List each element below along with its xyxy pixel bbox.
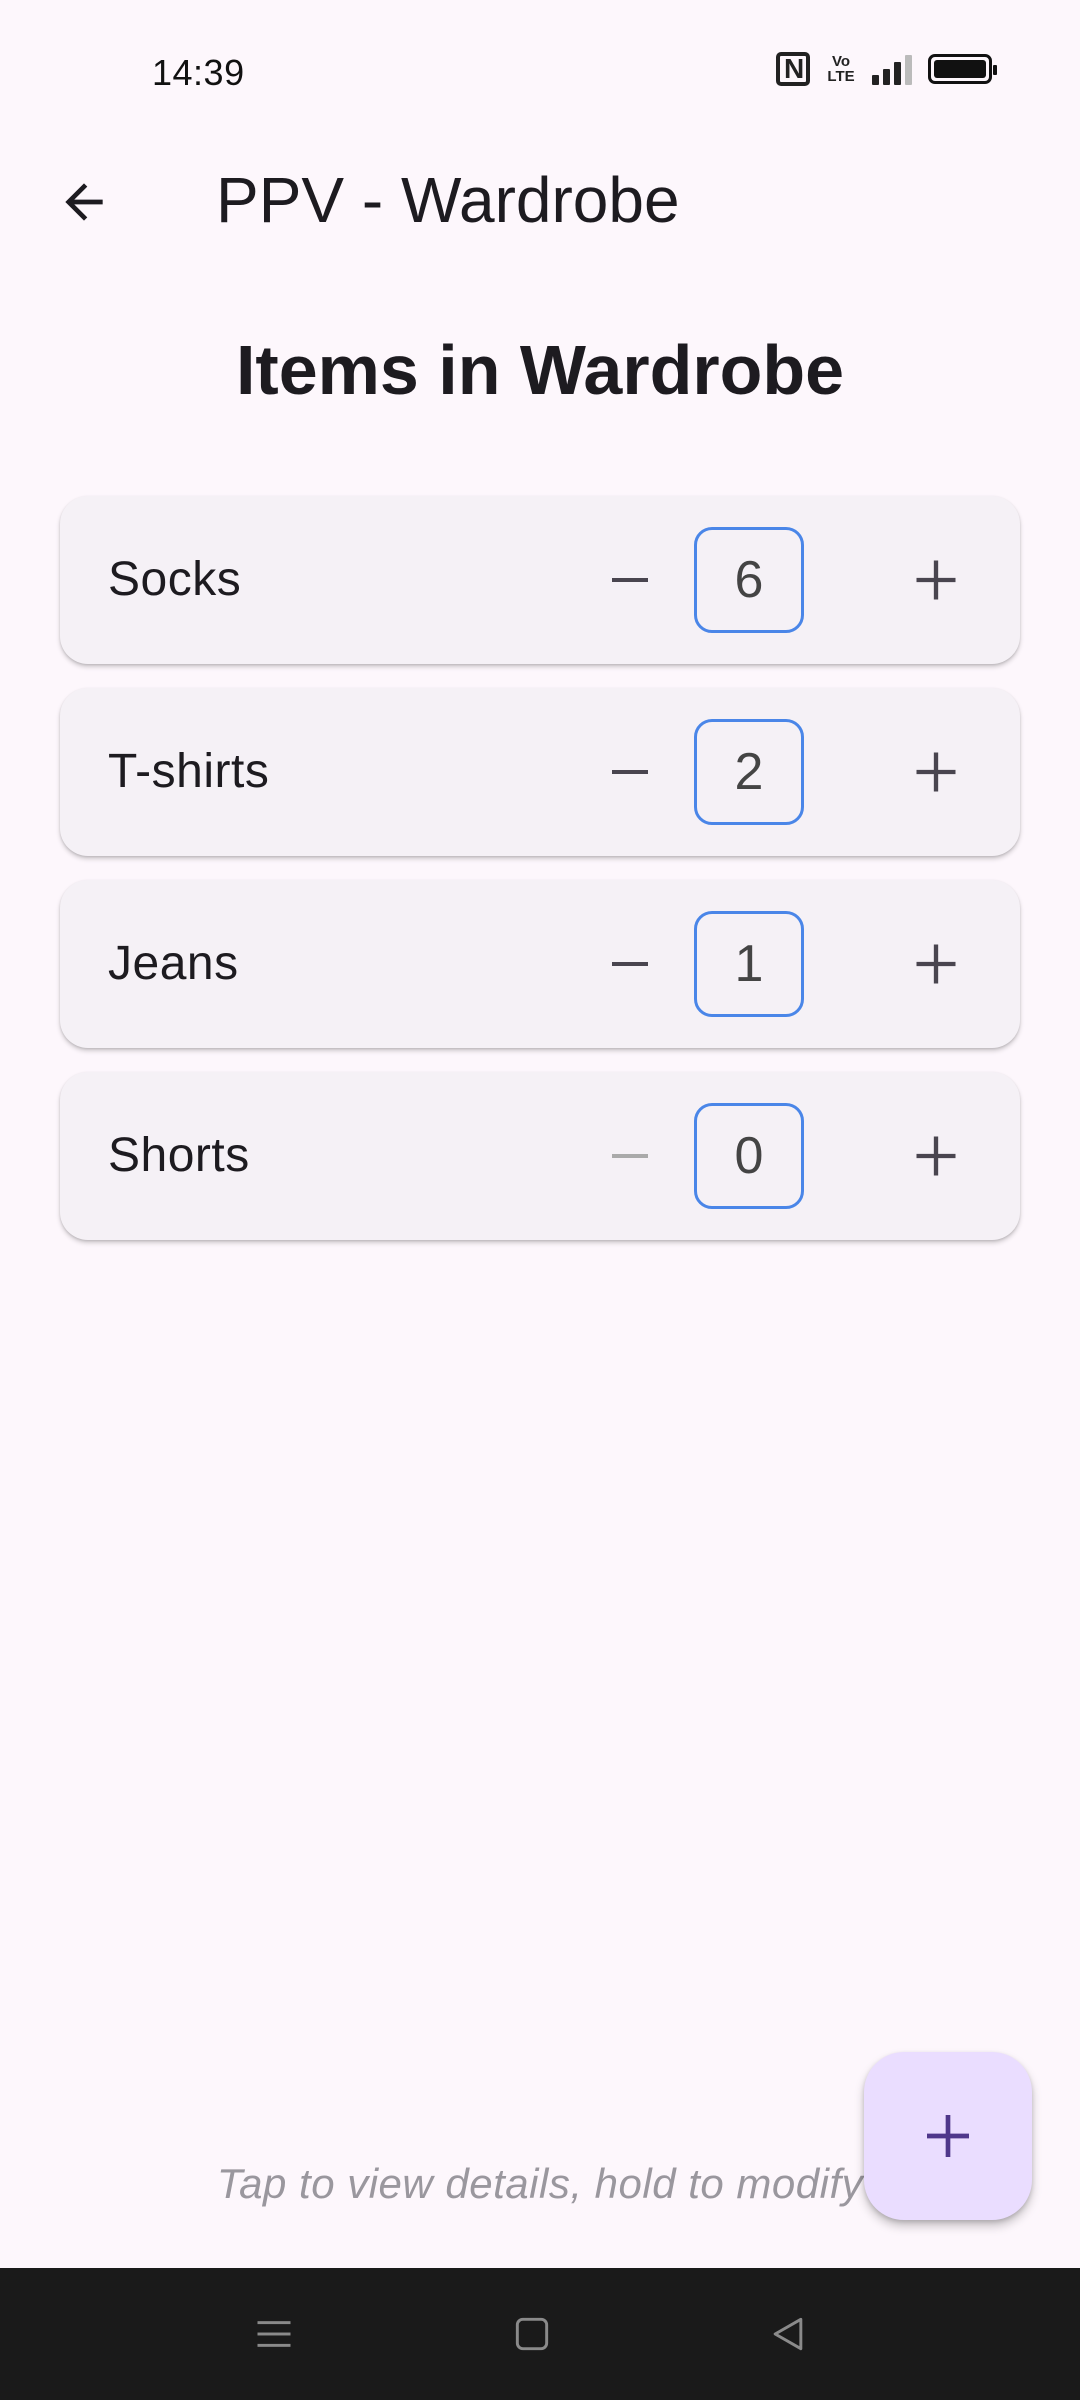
quantity-field[interactable]: 2: [694, 719, 804, 825]
section-heading: Items in Wardrobe: [235, 331, 845, 409]
status-time: 14:39: [152, 52, 245, 93]
home-button[interactable]: [496, 2298, 568, 2370]
status-icons: VoLTE: [776, 52, 997, 86]
plus-icon: [916, 560, 956, 600]
plus-icon: [916, 1136, 956, 1176]
status-bar: 14:39 VoLTE: [0, 0, 1080, 140]
item-name: Socks: [108, 553, 242, 606]
arrow-left-icon: [65, 183, 103, 221]
item-name: T-shirts: [108, 745, 270, 798]
item-card-jeans[interactable]: Jeans 1: [60, 880, 1020, 1048]
quantity-field[interactable]: 1: [694, 911, 804, 1017]
home-icon: [515, 2317, 549, 2351]
volte-icon: Vo LTE: [827, 53, 855, 85]
increment-button[interactable]: [886, 722, 986, 822]
app-bar: PPV - Wardrobe: [0, 140, 1080, 240]
item-card-socks[interactable]: Socks 6: [60, 496, 1020, 664]
increment-button[interactable]: [886, 914, 986, 1014]
back-triangle-icon: [773, 2317, 803, 2351]
plus-icon: [916, 944, 956, 984]
add-item-button[interactable]: [864, 2052, 1032, 2220]
plus-icon: [927, 2115, 969, 2157]
battery-icon: [928, 54, 997, 84]
system-nav-bar: [0, 2268, 1080, 2400]
items-list: Socks 6 T-shirts 2 Jeans 1 Shorts 0: [60, 496, 1020, 1264]
screen: 14:39 VoLTE PPV - Wardrobe Items in Ward…: [0, 0, 1080, 2400]
minus-icon: [612, 770, 648, 774]
item-name: Jeans: [108, 937, 239, 990]
decrement-button[interactable]: [580, 914, 680, 1014]
signal-icon: [872, 53, 912, 85]
increment-button[interactable]: [886, 1106, 986, 1206]
increment-button[interactable]: [886, 530, 986, 630]
minus-icon: [612, 578, 648, 582]
back-button[interactable]: [44, 162, 124, 242]
minus-icon: [612, 962, 648, 966]
minus-icon: [612, 1154, 648, 1158]
decrement-button[interactable]: [580, 722, 680, 822]
decrement-button[interactable]: [580, 530, 680, 630]
plus-icon: [916, 752, 956, 792]
item-name: Shorts: [108, 1129, 250, 1182]
system-back-button[interactable]: [752, 2298, 824, 2370]
item-card-shorts[interactable]: Shorts 0: [60, 1072, 1020, 1240]
nfc-icon: [776, 52, 810, 86]
quantity-field[interactable]: 6: [694, 527, 804, 633]
menu-icon: [257, 2321, 291, 2347]
decrement-button-disabled: [580, 1106, 680, 1206]
menu-button[interactable]: [238, 2298, 310, 2370]
quantity-field[interactable]: 0: [694, 1103, 804, 1209]
item-card-tshirts[interactable]: T-shirts 2: [60, 688, 1020, 856]
page-title: PPV - Wardrobe: [216, 164, 680, 236]
